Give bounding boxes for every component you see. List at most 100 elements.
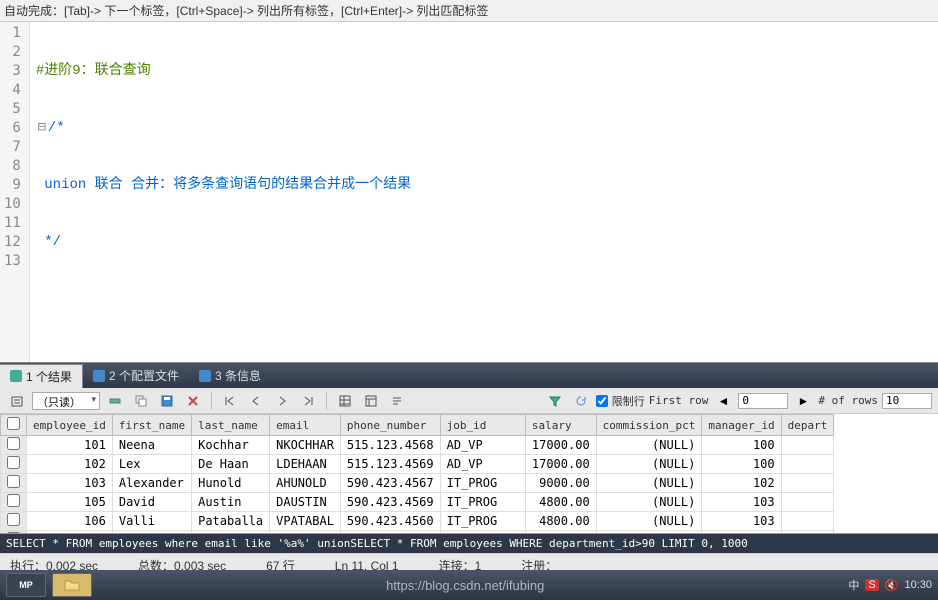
- cell-job_id[interactable]: AD_VP: [440, 455, 525, 474]
- cell-job_id[interactable]: IT_PROG: [440, 474, 525, 493]
- cell-last_name[interactable]: Hunold: [192, 474, 270, 493]
- row-checkbox[interactable]: [1, 436, 27, 455]
- numrows-input[interactable]: [882, 393, 932, 409]
- cell-salary[interactable]: 17000.00: [525, 455, 596, 474]
- cell-first_name[interactable]: Valli: [112, 512, 191, 531]
- last-page-button[interactable]: [297, 391, 319, 411]
- col-employee_id[interactable]: employee_id: [27, 415, 113, 436]
- table-row[interactable]: 103 Alexander Hunold AHUNOLD 590.423.456…: [1, 474, 834, 493]
- mode-combo[interactable]: （只读）: [32, 392, 100, 410]
- cell-manager_id[interactable]: 100: [702, 436, 781, 455]
- table-row[interactable]: 106 Valli Pataballa VPATABAL 590.423.456…: [1, 512, 834, 531]
- cell-depart[interactable]: [781, 493, 834, 512]
- cell-job_id[interactable]: IT_PROG: [440, 493, 525, 512]
- cell-depart[interactable]: [781, 512, 834, 531]
- cell-first_name[interactable]: Alexander: [112, 474, 191, 493]
- results-grid[interactable]: employee_id first_name last_name email p…: [0, 414, 834, 534]
- filter-button[interactable]: [544, 391, 566, 411]
- cell-salary[interactable]: 9000.00: [525, 474, 596, 493]
- col-commission_pct[interactable]: commission_pct: [596, 415, 702, 436]
- tray-icon[interactable]: 🔇: [885, 579, 899, 592]
- fold-icon[interactable]: ⊟: [36, 119, 48, 138]
- col-first_name[interactable]: first_name: [112, 415, 191, 436]
- firstrow-input[interactable]: [738, 393, 788, 409]
- cell-email[interactable]: VPATABAL: [270, 512, 341, 531]
- cell-phone_number[interactable]: 590.423.4569: [340, 493, 440, 512]
- cell-manager_id[interactable]: 102: [702, 474, 781, 493]
- col-depart[interactable]: depart: [781, 415, 834, 436]
- cell-phone_number[interactable]: 590.423.4567: [340, 474, 440, 493]
- cell-commission_pct[interactable]: (NULL): [596, 512, 702, 531]
- cell-commission_pct[interactable]: (NULL): [596, 436, 702, 455]
- insert-row-button[interactable]: [104, 391, 126, 411]
- form-view-button[interactable]: [360, 391, 382, 411]
- cell-manager_id[interactable]: 100: [702, 455, 781, 474]
- cell-email[interactable]: LDEHAAN: [270, 455, 341, 474]
- cell-salary[interactable]: 4800.00: [525, 512, 596, 531]
- cell-last_name[interactable]: Pataballa: [192, 512, 270, 531]
- system-tray[interactable]: 中 S 🔇 10:30: [848, 577, 932, 593]
- cell-phone_number[interactable]: 590.423.4560: [340, 512, 440, 531]
- grid-view-button[interactable]: [334, 391, 356, 411]
- firstrow-prev-button[interactable]: ◄: [712, 391, 734, 411]
- refresh-button[interactable]: [570, 391, 592, 411]
- table-row[interactable]: 105 David Austin DAUSTIN 590.423.4569 IT…: [1, 493, 834, 512]
- cell-email[interactable]: DAUSTIN: [270, 493, 341, 512]
- select-all-checkbox[interactable]: [1, 415, 27, 436]
- taskbar-app-mp[interactable]: MP: [6, 573, 46, 597]
- cell-commission_pct[interactable]: (NULL): [596, 493, 702, 512]
- row-checkbox[interactable]: [1, 493, 27, 512]
- cell-employee_id[interactable]: 105: [27, 493, 113, 512]
- clock[interactable]: 10:30: [904, 579, 932, 591]
- row-checkbox[interactable]: [1, 512, 27, 531]
- cell-last_name[interactable]: Kochhar: [192, 436, 270, 455]
- cell-first_name[interactable]: Neena: [112, 436, 191, 455]
- cell-phone_number[interactable]: 515.123.4569: [340, 455, 440, 474]
- text-view-button[interactable]: [386, 391, 408, 411]
- cell-first_name[interactable]: David: [112, 493, 191, 512]
- col-job_id[interactable]: job_id: [440, 415, 525, 436]
- cell-depart[interactable]: [781, 436, 834, 455]
- results-grid-wrap[interactable]: employee_id first_name last_name email p…: [0, 414, 938, 534]
- col-manager_id[interactable]: manager_id: [702, 415, 781, 436]
- delete-row-button[interactable]: [182, 391, 204, 411]
- cell-job_id[interactable]: IT_PROG: [440, 512, 525, 531]
- cell-last_name[interactable]: De Haan: [192, 455, 270, 474]
- code-content[interactable]: #进阶9：联合查询 ⊟/* union 联合 合并：将多条查询语句的结果合并成一…: [30, 22, 613, 362]
- first-page-button[interactable]: [219, 391, 241, 411]
- cell-salary[interactable]: 4800.00: [525, 493, 596, 512]
- cell-email[interactable]: AHUNOLD: [270, 474, 341, 493]
- tab-messages-3[interactable]: 3 条信息: [189, 364, 271, 387]
- code-editor[interactable]: 12345678910111213 #进阶9：联合查询 ⊟/* union 联合…: [0, 22, 938, 362]
- row-checkbox[interactable]: [1, 455, 27, 474]
- cell-employee_id[interactable]: 103: [27, 474, 113, 493]
- save-button[interactable]: [156, 391, 178, 411]
- cell-email[interactable]: NKOCHHAR: [270, 436, 341, 455]
- copy-row-button[interactable]: [130, 391, 152, 411]
- cell-phone_number[interactable]: 515.123.4568: [340, 436, 440, 455]
- tab-result-1[interactable]: 1 个结果: [0, 364, 83, 388]
- tray-icon[interactable]: S: [865, 579, 878, 591]
- table-row[interactable]: 101 Neena Kochhar NKOCHHAR 515.123.4568 …: [1, 436, 834, 455]
- cell-last_name[interactable]: Austin: [192, 493, 270, 512]
- col-last_name[interactable]: last_name: [192, 415, 270, 436]
- limit-rows-checkbox[interactable]: [596, 395, 608, 407]
- cell-manager_id[interactable]: 103: [702, 512, 781, 531]
- row-checkbox[interactable]: [1, 474, 27, 493]
- col-salary[interactable]: salary: [525, 415, 596, 436]
- tray-icon[interactable]: 中: [848, 577, 859, 593]
- table-row[interactable]: 102 Lex De Haan LDEHAAN 515.123.4569 AD_…: [1, 455, 834, 474]
- cell-depart[interactable]: [781, 474, 834, 493]
- export-button[interactable]: [6, 391, 28, 411]
- col-email[interactable]: email: [270, 415, 341, 436]
- cell-salary[interactable]: 17000.00: [525, 436, 596, 455]
- cell-job_id[interactable]: AD_VP: [440, 436, 525, 455]
- cell-employee_id[interactable]: 102: [27, 455, 113, 474]
- firstrow-next-button[interactable]: ►: [792, 391, 814, 411]
- cell-depart[interactable]: [781, 455, 834, 474]
- cell-commission_pct[interactable]: (NULL): [596, 474, 702, 493]
- cell-employee_id[interactable]: 106: [27, 512, 113, 531]
- prev-page-button[interactable]: [245, 391, 267, 411]
- col-phone_number[interactable]: phone_number: [340, 415, 440, 436]
- cell-employee_id[interactable]: 101: [27, 436, 113, 455]
